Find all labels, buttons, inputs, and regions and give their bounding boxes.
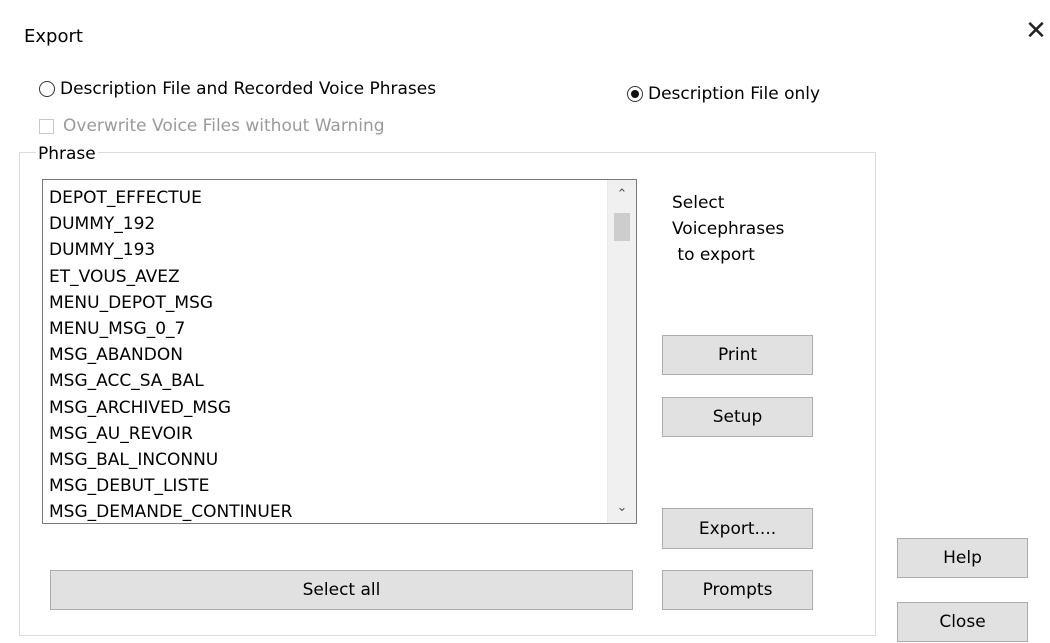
print-button[interactable]: Print	[662, 335, 813, 375]
list-item[interactable]: MSG_DEMANDE_CONTINUER	[49, 499, 606, 523]
list-item[interactable]: DUMMY_192	[49, 211, 606, 237]
list-item[interactable]: MSG_DEBUT_LISTE	[49, 473, 606, 499]
scroll-down-icon[interactable]: ⌄	[608, 495, 636, 521]
phrase-group-label: Phrase	[36, 144, 98, 164]
prompts-button[interactable]: Prompts	[662, 570, 813, 610]
setup-button[interactable]: Setup	[662, 397, 813, 437]
radio-description-and-voice[interactable]: Description File and Recorded Voice Phra…	[39, 79, 436, 99]
list-item[interactable]: MSG_ABANDON	[49, 342, 606, 368]
dialog-title: Export	[24, 26, 83, 47]
list-item[interactable]: DUMMY_193	[49, 237, 606, 263]
select-all-button[interactable]: Select all	[50, 570, 633, 610]
close-button[interactable]: Close	[897, 602, 1028, 642]
list-item[interactable]: MSG_BAL_INCONNU	[49, 447, 606, 473]
list-item[interactable]: DEPOT_EFFECTUE	[49, 185, 606, 211]
scroll-up-icon[interactable]: ⌃	[608, 182, 636, 208]
list-item[interactable]: MENU_MSG_0_7	[49, 316, 606, 342]
radio-description-only-label: Description File only	[648, 84, 821, 104]
radio-checked-icon[interactable]	[627, 86, 643, 102]
phrase-listbox[interactable]: DEPOT_EFFECTUE DUMMY_192 DUMMY_193 ET_VO…	[42, 179, 637, 524]
scroll-thumb[interactable]	[614, 213, 630, 241]
list-item[interactable]: ET_VOUS_AVEZ	[49, 264, 606, 290]
help-button[interactable]: Help	[897, 538, 1028, 578]
overwrite-voice-files-checkbox: Overwrite Voice Files without Warning	[39, 116, 385, 136]
overwrite-voice-files-label: Overwrite Voice Files without Warning	[63, 116, 385, 136]
close-icon[interactable]: ✕	[1022, 16, 1050, 48]
radio-unchecked-icon[interactable]	[39, 81, 55, 97]
list-item[interactable]: MSG_ACC_SA_BAL	[49, 368, 606, 394]
list-item[interactable]: MENU_DEPOT_MSG	[49, 290, 606, 316]
phrase-list: DEPOT_EFFECTUE DUMMY_192 DUMMY_193 ET_VO…	[49, 185, 606, 523]
vertical-scrollbar[interactable]: ⌃ ⌄	[607, 180, 636, 523]
radio-description-only[interactable]: Description File only	[627, 84, 820, 104]
export-button[interactable]: Export....	[662, 508, 813, 549]
checkbox-icon	[39, 118, 54, 134]
list-item[interactable]: MSG_ARCHIVED_MSG	[49, 395, 606, 421]
list-item[interactable]: MSG_AU_REVOIR	[49, 421, 606, 447]
radio-description-and-voice-label: Description File and Recorded Voice Phra…	[60, 79, 437, 99]
select-voicephrases-hint: Select Voicephrases to export	[672, 193, 785, 265]
